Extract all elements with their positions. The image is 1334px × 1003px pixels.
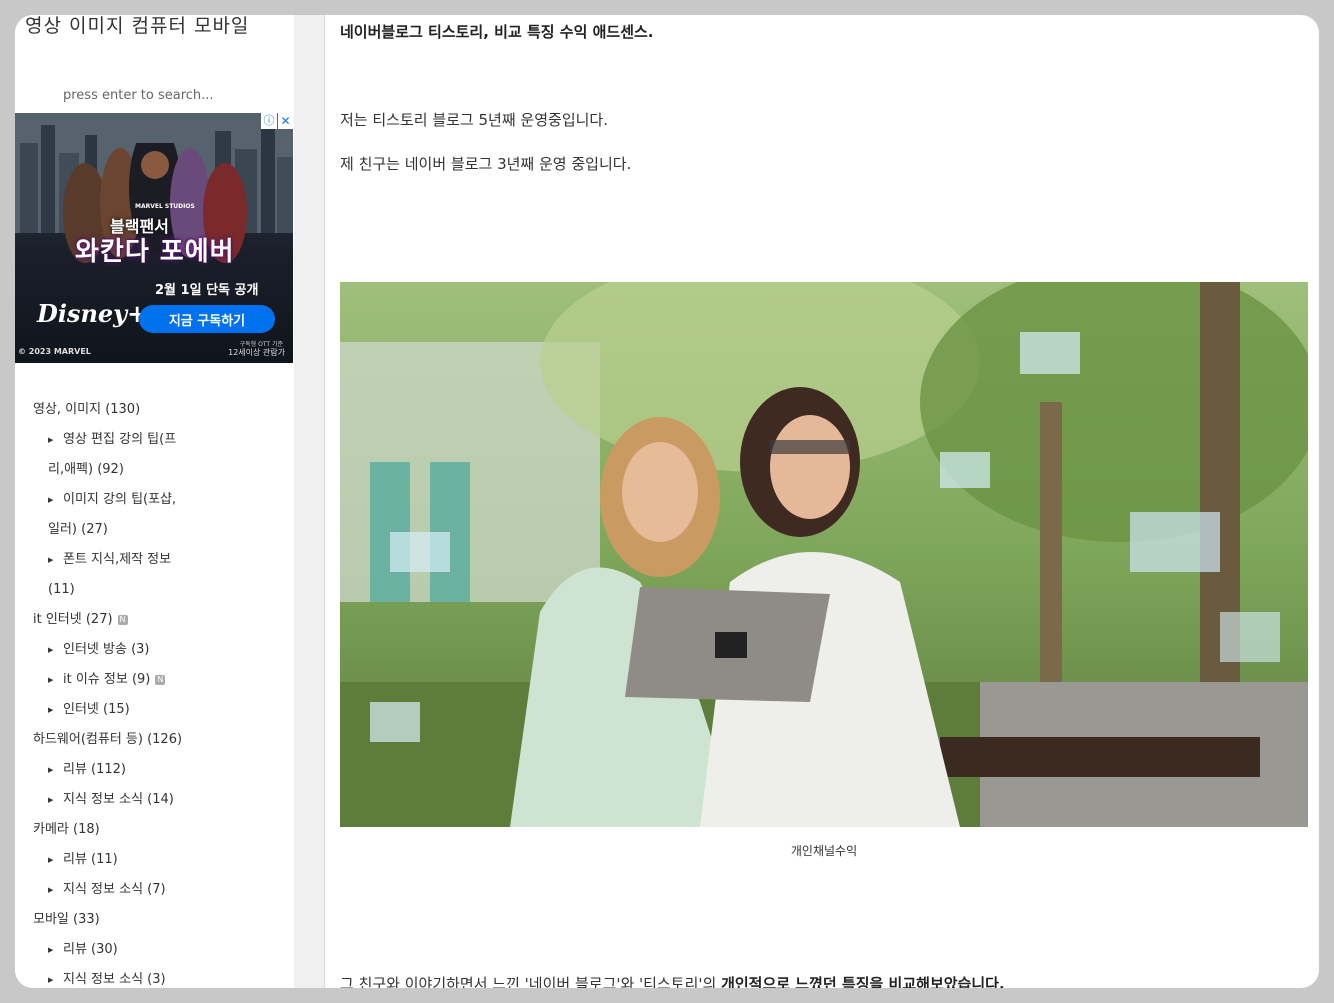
triangle-right-icon: ▶ (48, 556, 54, 564)
category-label: 모바일 (33) (33, 912, 100, 927)
triangle-right-icon: ▶ (48, 976, 54, 984)
triangle-right-icon: ▶ (48, 436, 54, 444)
subcategory-label: 인터넷 (15) (63, 702, 130, 717)
advertisement-banner[interactable]: MARVEL STUDIOS 블랙팬서 와칸다 포에버 2월 1일 단독 공개 … (15, 113, 293, 363)
subcategory-label: 일러) (27) (48, 522, 108, 537)
subcategory-label: 지식 정보 소식 (3) (63, 972, 166, 987)
ad-copyright: © 2023 MARVEL (18, 347, 91, 356)
disney-plus-logo: Disney+ (37, 299, 148, 328)
search-input[interactable] (63, 85, 273, 105)
subcategory-item-cont[interactable]: 일러) (27) (33, 515, 283, 545)
subcategory-label: 리뷰 (30) (63, 942, 118, 957)
ad-rating: 12세이상 관람가 (228, 348, 285, 357)
summary-text: 그 친구와 이야기하면서 느낀 '네이버 블로그'와 '티스토리'의 (340, 975, 722, 988)
subcategory-item[interactable]: ▶ 지식 정보 소식 (14) (33, 785, 198, 815)
article-photo[interactable] (340, 282, 1308, 827)
article-heading: 네이버블로그 티스토리, 비교 특징 수익 애드센스. (340, 23, 654, 41)
subcategory-item[interactable]: ▶ 인터넷 방송 (3) (33, 635, 198, 665)
category-label: 하드웨어(컴퓨터 등) (126) (33, 732, 183, 747)
site-title[interactable]: 영상 이미지 컴퓨터 모바일 (25, 15, 249, 38)
triangle-right-icon: ▶ (48, 676, 54, 684)
subcategory-label: 리뷰 (11) (63, 852, 118, 867)
category-label: it 인터넷 (27) (33, 612, 113, 627)
subcategory-item[interactable]: ▶ 지식 정보 소식 (7) (33, 875, 198, 905)
triangle-right-icon: ▶ (48, 496, 54, 504)
subcategory-label: 인터넷 방송 (3) (63, 642, 150, 657)
subcategory-label: 영상 편집 강의 팁(프 (63, 432, 177, 447)
subcategory-label: 지식 정보 소식 (7) (63, 882, 166, 897)
article-paragraph: 제 친구는 네이버 블로그 3년째 운영 중입니다. (340, 155, 632, 173)
article-paragraph-summary: 그 친구와 이야기하면서 느낀 '네이버 블로그'와 '티스토리'의 개인적으로… (340, 973, 1005, 988)
subcategory-label: it 이슈 정보 (9) (63, 672, 151, 687)
subscribe-button[interactable]: 지금 구독하기 (139, 305, 275, 333)
category-item-camera[interactable]: 카메라 (18) (33, 815, 283, 845)
subcategory-label: 이미지 강의 팁(포샵, (63, 492, 177, 507)
triangle-right-icon: ▶ (48, 766, 54, 774)
subcategory-label: 리뷰 (112) (63, 762, 127, 777)
article-paragraph: 저는 티스토리 블로그 5년째 운영중입니다. (340, 111, 608, 129)
category-item-mobile[interactable]: 모바일 (33) (33, 905, 283, 935)
category-list: 영상, 이미지 (130) ▶ 영상 편집 강의 팁(프 리,애펙) (92) ▶… (33, 395, 283, 988)
subcategory-item[interactable]: ▶ 리뷰 (112) (33, 755, 198, 785)
subcategory-label: 리,애펙) (92) (48, 462, 124, 477)
category-item-it-internet[interactable]: it 인터넷 (27) N (33, 605, 283, 635)
browser-page: 영상 이미지 컴퓨터 모바일 MARVE (15, 15, 1319, 988)
subcategory-item[interactable]: ▶ 폰트 지식,제작 정보 (33, 545, 198, 575)
subcategory-item[interactable]: ▶ 리뷰 (30) (33, 935, 198, 965)
ad-close-icon[interactable]: ✕ (278, 113, 293, 129)
subcategory-label: 폰트 지식,제작 정보 (63, 552, 172, 567)
sidebar: 영상 이미지 컴퓨터 모바일 MARVE (15, 15, 295, 988)
triangle-right-icon: ▶ (48, 946, 54, 954)
subcategory-item[interactable]: ▶ it 이슈 정보 (9) N (33, 665, 198, 695)
subcategory-item[interactable]: ▶ 리뷰 (11) (33, 845, 198, 875)
new-badge: N (155, 674, 166, 685)
triangle-right-icon: ▶ (48, 796, 54, 804)
category-item-hardware[interactable]: 하드웨어(컴퓨터 등) (126) (33, 725, 283, 755)
image-caption: 개인채널수익 (790, 844, 858, 858)
subcategory-item-cont[interactable]: (11) (33, 575, 283, 605)
subcategory-item[interactable]: ▶ 영상 편집 강의 팁(프 (33, 425, 198, 455)
ad-release-date: 2월 1일 단독 공개 (155, 283, 259, 298)
subcategory-item[interactable]: ▶ 지식 정보 소식 (3) (33, 965, 198, 988)
sidebar-divider (294, 15, 325, 988)
summary-bold-text: 개인적으로 느꼈던 특징을 비교해보았습니다. (721, 975, 1005, 988)
subcategory-item-cont[interactable]: 리,애펙) (92) (33, 455, 283, 485)
category-label: 카메라 (18) (33, 822, 100, 837)
ad-subtitle: 와칸다 포에버 (75, 237, 235, 267)
subcategory-label: (11) (48, 582, 75, 597)
subcategory-item[interactable]: ▶ 이미지 강의 팁(포샵, (33, 485, 198, 515)
new-badge: N (117, 614, 128, 625)
triangle-right-icon: ▶ (48, 886, 54, 894)
triangle-right-icon: ▶ (48, 646, 54, 654)
ad-marvel-logo: MARVEL STUDIOS (135, 203, 195, 210)
ad-info-icon[interactable]: ⓘ (261, 113, 277, 129)
subcategory-label: 지식 정보 소식 (14) (63, 792, 174, 807)
triangle-right-icon: ▶ (48, 706, 54, 714)
subcategory-item[interactable]: ▶ 인터넷 (15) (33, 695, 198, 725)
category-label: 영상, 이미지 (130) (33, 402, 141, 417)
category-item-video-image[interactable]: 영상, 이미지 (130) (33, 395, 283, 425)
triangle-right-icon: ▶ (48, 856, 54, 864)
